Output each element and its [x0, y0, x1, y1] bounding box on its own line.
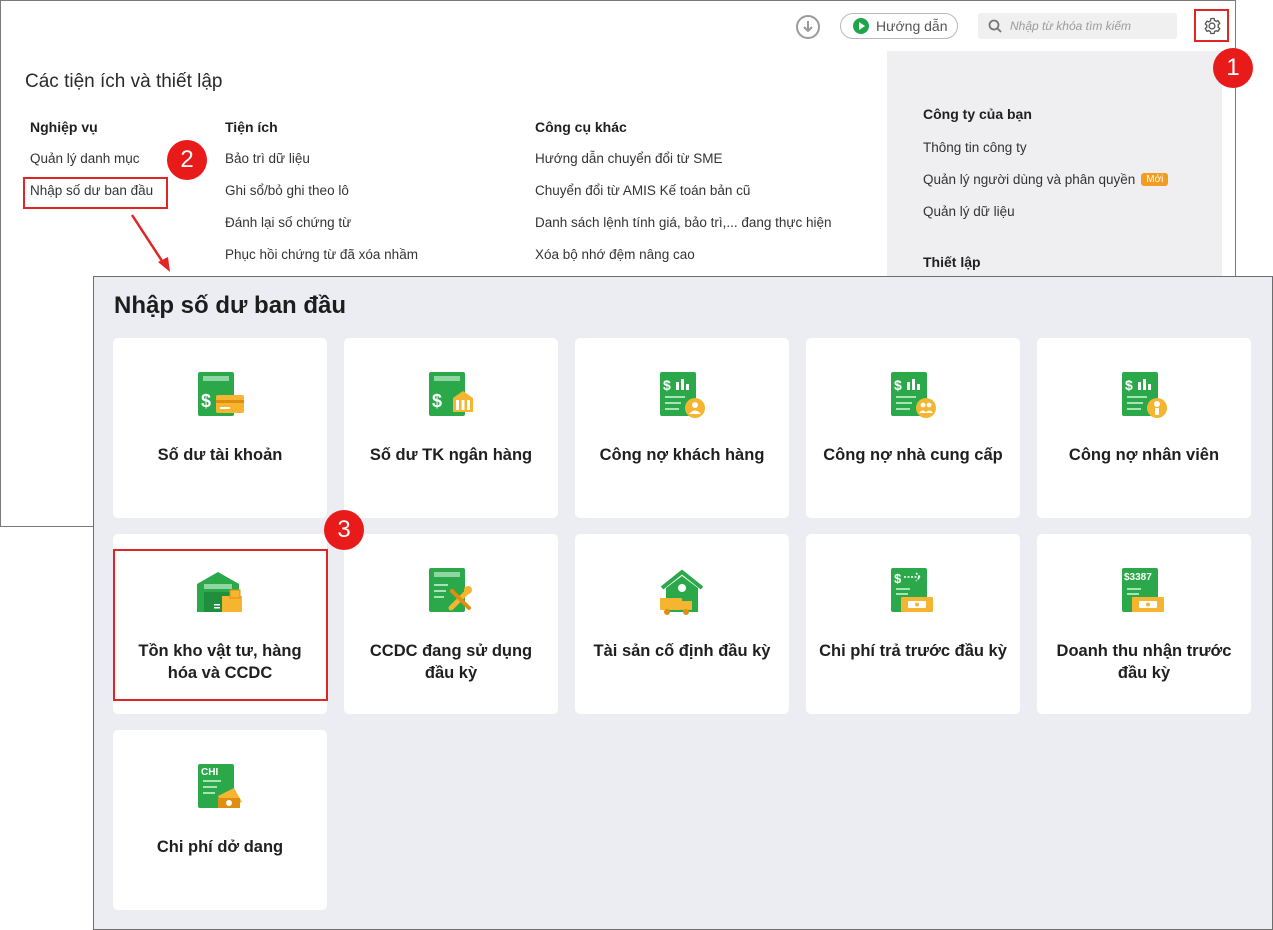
highlight-box-step-2	[23, 177, 168, 209]
pointer-arrow	[130, 214, 170, 272]
new-badge: Mới	[1141, 172, 1169, 186]
card-label: Chi phí dở dang	[156, 838, 284, 856]
link-danh-sach-lenh[interactable]: Danh sách lệnh tính giá, bảo trì,... đan…	[535, 215, 831, 233]
search-input[interactable]	[1010, 19, 1170, 33]
settings-gear-button[interactable]	[1194, 9, 1229, 42]
account-balance-icon: $	[198, 372, 244, 416]
amount-text: $3387	[1124, 572, 1152, 583]
card-ton-kho[interactable]: Tồn kho vật tư, hàng hóa và CCDC	[113, 534, 327, 714]
link-xoa-bo-nho-dem[interactable]: Xóa bộ nhớ đệm nâng cao	[535, 247, 831, 265]
card-label: Tài sản cố định đầu kỳ	[593, 642, 771, 660]
company-section-title: Công ty của bạn	[923, 106, 1032, 122]
link-ghi-so-bo-ghi[interactable]: Ghi sổ/bỏ ghi theo lô	[225, 183, 418, 201]
card-label: Số dư TK ngân hàng	[369, 446, 533, 464]
opening-balance-panel: Nhập số dư ban đầu $ Số dư tài khoản $ S…	[93, 276, 1273, 930]
link-phuc-hoi-chung-tu[interactable]: Phục hồi chứng từ đã xóa nhầm	[225, 247, 418, 265]
warehouse-icon	[197, 572, 242, 612]
column-title: Nghiệp vụ	[30, 119, 98, 135]
setup-section-title: Thiết lập	[923, 254, 981, 270]
link-chuyen-doi-amis[interactable]: Chuyển đổi từ AMIS Kế toán bản cũ	[535, 183, 831, 201]
card-cong-no-khach-hang[interactable]: $ Công nợ khách hàng	[575, 338, 789, 518]
wip-cost-icon: CHI	[198, 764, 242, 808]
link-quan-ly-du-lieu[interactable]: Quản lý dữ liệu	[923, 202, 1222, 220]
card-label: Tồn kho vật tư, hàng hóa và CCDC	[138, 642, 302, 682]
panel-title: Nhập số dư ban đầu	[114, 292, 347, 319]
link-label: Quản lý người dùng và phân quyền	[923, 171, 1136, 187]
link-label: Quản lý dữ liệu	[923, 203, 1015, 219]
search-box[interactable]	[978, 13, 1177, 39]
svg-text:$: $	[663, 377, 671, 393]
link-quan-ly-nguoi-dung[interactable]: Quản lý người dùng và phân quyền Mới	[923, 170, 1222, 188]
guide-button[interactable]: Hướng dẫn	[840, 13, 958, 39]
card-label: Doanh thu nhận trước đầu kỳ	[1056, 642, 1232, 682]
card-cong-no-nha-cung-cap[interactable]: $ Công nợ nhà cung cấp	[806, 338, 1020, 518]
fixed-asset-icon	[660, 569, 704, 615]
column-title: Tiện ích	[225, 119, 278, 135]
tools-icon	[429, 568, 472, 612]
download-icon[interactable]	[796, 15, 820, 39]
link-bao-tri-du-lieu[interactable]: Bảo trì dữ liệu	[225, 151, 418, 169]
column-tien-ich: Tiện ích Bảo trì dữ liệu Ghi sổ/bỏ ghi t…	[225, 119, 418, 265]
card-label: Chi phí trả trước đầu kỳ	[819, 642, 1007, 660]
card-tai-san-co-dinh[interactable]: Tài sản cố định đầu kỳ	[575, 534, 789, 714]
card-so-du-tk-ngan-hang[interactable]: $ Số dư TK ngân hàng	[344, 338, 558, 518]
link-quan-ly-danh-muc[interactable]: Quản lý danh mục	[30, 151, 153, 169]
card-label: Công nợ khách hàng	[599, 446, 765, 464]
chi-text: CHI	[201, 767, 218, 778]
card-label: Số dư tài khoản	[157, 446, 283, 464]
card-label: Công nợ nhân viên	[1068, 446, 1220, 464]
guide-label: Hướng dẫn	[876, 18, 948, 34]
card-chi-phi-tra-truoc[interactable]: $ Chi phí trả trước đầu kỳ	[806, 534, 1020, 714]
employee-debt-icon: $	[1122, 372, 1167, 418]
prepaid-expense-icon: $	[891, 568, 933, 612]
step-badge-3: 3	[324, 510, 364, 550]
settings-title: Các tiện ích và thiết lập	[25, 71, 223, 92]
svg-text:$: $	[201, 391, 211, 411]
card-label: CCDC đang sử dụng đầu kỳ	[369, 642, 533, 682]
top-bar: Hướng dẫn	[1, 1, 1235, 51]
card-chi-phi-do-dang[interactable]: CHI Chi phí dở dang	[113, 730, 327, 910]
column-title: Công cụ khác	[535, 119, 627, 135]
customer-debt-icon: $	[660, 372, 705, 418]
card-cong-no-nhan-vien[interactable]: $ Công nợ nhân viên	[1037, 338, 1251, 518]
step-badge-1: 1	[1213, 48, 1253, 88]
link-thong-tin-cong-ty[interactable]: Thông tin công ty	[923, 138, 1222, 156]
card-label: Công nợ nhà cung cấp	[823, 446, 1003, 464]
link-label: Thông tin công ty	[923, 139, 1027, 155]
link-danh-lai-so-chung-tu[interactable]: Đánh lại số chứng từ	[225, 215, 418, 233]
gear-icon	[1204, 17, 1220, 34]
column-cong-cu-khac: Công cụ khác Hướng dẫn chuyển đổi từ SME…	[535, 119, 831, 265]
svg-text:$: $	[894, 571, 902, 586]
card-ccdc-dang-su-dung[interactable]: CCDC đang sử dụng đầu kỳ	[344, 534, 558, 714]
link-huong-dan-chuyen-doi[interactable]: Hướng dẫn chuyển đổi từ SME	[535, 151, 831, 169]
bank-balance-icon: $	[429, 372, 473, 416]
prepaid-revenue-icon: $3387	[1122, 568, 1164, 612]
supplier-debt-icon: $	[891, 372, 936, 418]
svg-text:$: $	[1125, 377, 1133, 393]
search-icon	[988, 19, 1002, 33]
svg-text:$: $	[894, 377, 902, 393]
card-so-du-tai-khoan[interactable]: $ Số dư tài khoản	[113, 338, 327, 518]
svg-text:$: $	[432, 391, 442, 411]
play-icon	[853, 18, 869, 34]
card-doanh-thu-nhan-truoc[interactable]: $3387 Doanh thu nhận trước đầu kỳ	[1037, 534, 1251, 714]
step-badge-2: 2	[167, 140, 207, 180]
